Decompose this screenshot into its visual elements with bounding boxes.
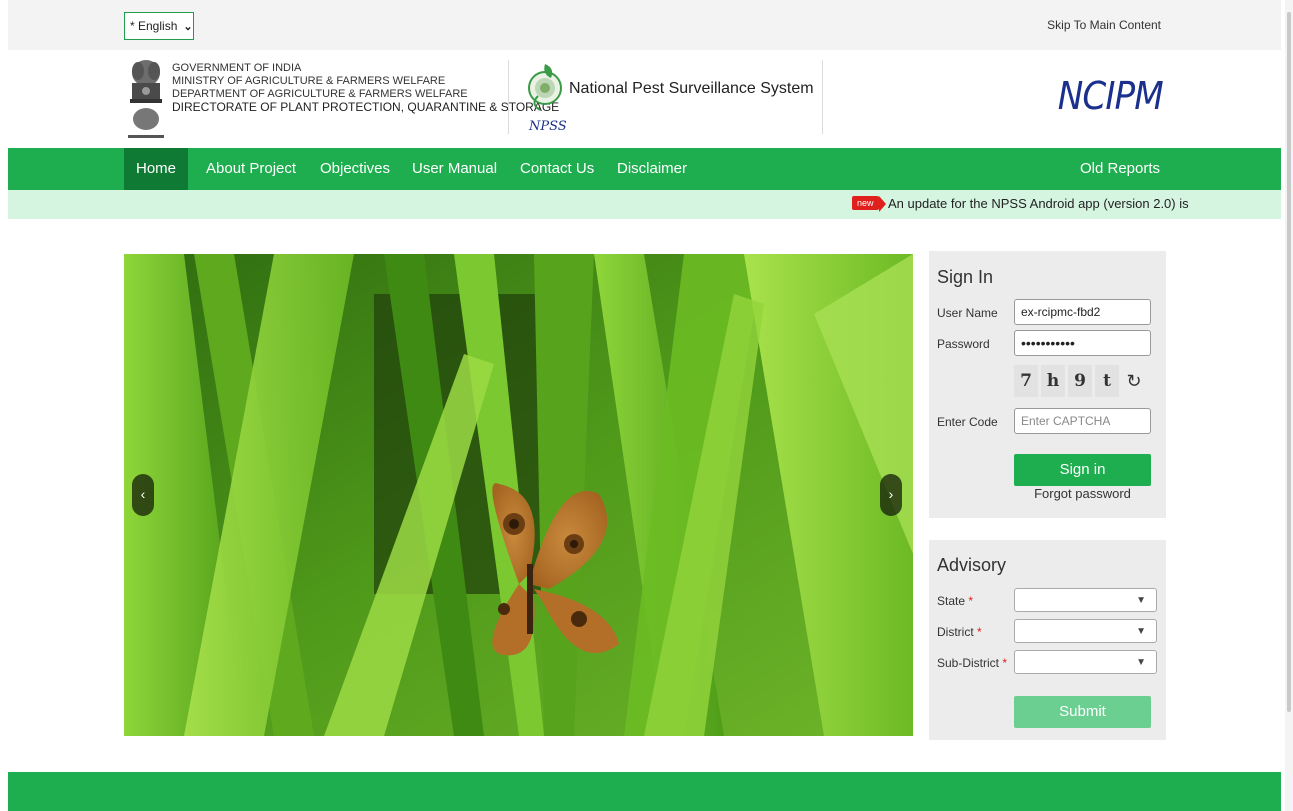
gov-line-1: GOVERNMENT OF INDIA: [172, 62, 302, 74]
username-label: User Name: [937, 306, 998, 320]
ncipm-logo: NCIPM: [1057, 74, 1164, 118]
npss-logo-text: NPSS: [528, 119, 566, 134]
signin-title: Sign In: [937, 267, 994, 287]
subdistrict-select[interactable]: ▼: [1014, 650, 1157, 674]
advisory-panel: Advisory State * ▼ District * ▼ Sub-Dist…: [929, 540, 1166, 740]
captcha-input[interactable]: Enter CAPTCHA: [1014, 408, 1151, 434]
enter-code-label: Enter Code: [937, 415, 998, 429]
nav-about-project[interactable]: About Project: [194, 148, 308, 190]
required-mark: *: [1002, 656, 1008, 670]
district-label: District *: [937, 625, 982, 639]
language-select[interactable]: * English ⌄: [124, 12, 194, 40]
skip-to-main-link[interactable]: Skip To Main Content: [1047, 18, 1161, 32]
nav-old-reports[interactable]: Old Reports: [1068, 148, 1172, 190]
password-field[interactable]: •••••••••••: [1014, 330, 1151, 356]
refresh-icon[interactable]: ↻: [1122, 365, 1146, 397]
slider-prev-button[interactable]: ‹: [132, 474, 154, 516]
required-mark: *: [968, 594, 974, 608]
page: * English ⌄ Skip To Main Content GOVERNM…: [0, 0, 1293, 811]
site-header: GOVERNMENT OF INDIA MINISTRY OF AGRICULT…: [8, 50, 1281, 148]
required-mark: *: [977, 625, 982, 639]
captcha-char: h: [1041, 365, 1065, 397]
nav-user-manual[interactable]: User Manual: [400, 148, 509, 190]
forgot-password-link[interactable]: Forgot password: [1014, 486, 1151, 501]
chevron-down-icon: ⌄: [183, 20, 193, 33]
government-title-block: GOVERNMENT OF INDIA MINISTRY OF AGRICULT…: [172, 62, 559, 114]
state-select[interactable]: ▼: [1014, 588, 1157, 612]
news-ticker: new An update for the NPSS Android app (…: [8, 190, 1281, 219]
subdistrict-label-text: Sub-District: [937, 656, 1000, 670]
state-label: State *: [937, 594, 973, 608]
ticker-text[interactable]: An update for the NPSS Android app (vers…: [888, 196, 1193, 211]
captcha-char: t: [1095, 365, 1119, 397]
slider-next-button[interactable]: ›: [880, 474, 902, 516]
state-label-text: State: [937, 594, 966, 608]
signin-button[interactable]: Sign in: [1014, 454, 1151, 486]
subdistrict-label: Sub-District *: [937, 656, 1007, 670]
header-divider: [822, 60, 823, 134]
nav-contact-us[interactable]: Contact Us: [508, 148, 606, 190]
national-emblem-icon: [128, 60, 164, 138]
npss-logo: NPSS: [528, 64, 566, 134]
signin-panel: Sign In User Name ex-rcipmc-fbd2 Passwor…: [929, 251, 1166, 518]
district-label-text: District: [937, 625, 974, 639]
captcha-display: 7 h 9 t ↻: [1014, 365, 1159, 397]
gov-line-4: DIRECTORATE OF PLANT PROTECTION, QUARANT…: [172, 100, 560, 114]
username-field[interactable]: ex-rcipmc-fbd2: [1014, 299, 1151, 325]
language-select-value: * English: [130, 19, 178, 33]
caret-down-icon: ▼: [1136, 595, 1146, 606]
image-slider: ‹ ›: [124, 254, 913, 736]
slide-image: [124, 254, 913, 736]
site-title: National Pest Surveillance System: [569, 80, 814, 97]
new-badge: new: [852, 196, 885, 212]
nav-objectives[interactable]: Objectives: [308, 148, 402, 190]
captcha-char: 9: [1068, 365, 1092, 397]
scrollbar[interactable]: [1285, 0, 1293, 811]
caret-down-icon: ▼: [1136, 657, 1146, 668]
captcha-char: 7: [1014, 365, 1038, 397]
nav-home[interactable]: Home: [124, 148, 189, 190]
main-nav: Home About Project Objectives User Manua…: [8, 148, 1281, 190]
scrollbar-thumb[interactable]: [1287, 12, 1291, 712]
caret-down-icon: ▼: [1136, 626, 1146, 637]
gov-line-2: MINISTRY OF AGRICULTURE & FARMERS WELFAR…: [172, 75, 446, 87]
nav-disclaimer[interactable]: Disclaimer: [605, 148, 699, 190]
district-select[interactable]: ▼: [1014, 619, 1157, 643]
advisory-title: Advisory: [937, 555, 1007, 575]
advisory-submit-button[interactable]: Submit: [1014, 696, 1151, 728]
password-label: Password: [937, 337, 990, 351]
header-divider: [508, 60, 509, 134]
footer-bar: [8, 772, 1281, 811]
